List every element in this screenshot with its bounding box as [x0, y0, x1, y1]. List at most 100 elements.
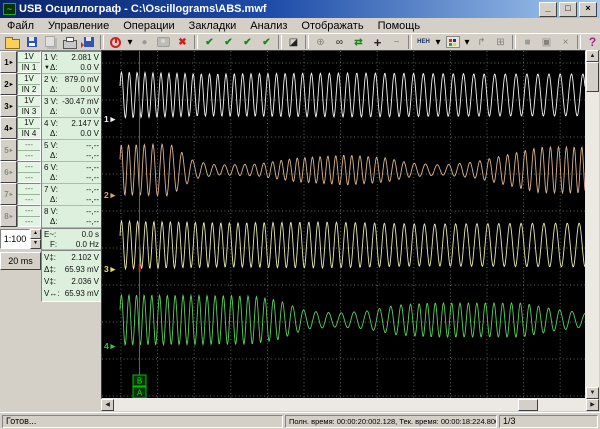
voltage-line: 6 V:--,-- [44, 163, 99, 173]
measurement-row-2: 2 V:879.0 mVΔ:0.0 V [42, 74, 101, 96]
channel-marker-1[interactable]: 1► [104, 114, 117, 124]
menu-item[interactable]: Файл [0, 19, 41, 33]
search-button[interactable]: ∞ [330, 34, 349, 50]
open-button[interactable] [3, 34, 22, 50]
cursor-measure-label: V↔: [44, 288, 60, 300]
delta-line: Δ:--,-- [44, 173, 99, 183]
horizontal-scrollbar[interactable]: ◀ ▶ [101, 399, 599, 411]
attenuation-value[interactable]: 1:100 [0, 229, 30, 249]
invert-colors-icon: ◪ [289, 37, 298, 48]
fragment-button: ↱ [472, 34, 491, 50]
menu-item[interactable]: Помощь [371, 19, 428, 33]
voltage-line: 2 V:879.0 mV [44, 75, 99, 85]
toolbar-separator [408, 35, 412, 49]
cursor-mode-button[interactable]: + [368, 34, 387, 50]
channel-marker-2[interactable]: 2► [104, 190, 117, 200]
mark-check-1-button[interactable]: ✔ [200, 34, 219, 50]
scroll-up-icon[interactable]: ▲ [586, 50, 599, 62]
cursor-measure-2: V‡:2.036 V [44, 276, 99, 288]
channel-4-button[interactable]: 4▸ [0, 117, 17, 139]
timebase-button[interactable]: 20 ms [0, 252, 41, 270]
main-area: 1▸1VIN 12▸1VIN 23▸1VIN 34▸1VIN 45▸------… [0, 50, 600, 412]
toolbar-separator [100, 35, 104, 49]
menu-item[interactable]: Отображать [294, 19, 370, 33]
channel-marker-3[interactable]: 3► [104, 264, 117, 274]
mark-check-4-button[interactable]: ✔ [257, 34, 276, 50]
help-button[interactable]: ? [583, 34, 600, 50]
palette-button[interactable] [443, 34, 462, 50]
cursor-flag-label: В [137, 377, 142, 386]
menu-item[interactable]: Закладки [182, 19, 244, 33]
channel-arrow-icon: ▸ [10, 125, 13, 132]
channel-arrow-icon: ▸ [10, 59, 13, 66]
channel-input: --- [18, 173, 40, 182]
palette-menu-button[interactable]: ▾ [462, 34, 472, 50]
power-menu-button[interactable]: ▾ [125, 34, 135, 50]
print-button[interactable] [60, 34, 79, 50]
channel-range: --- [18, 162, 40, 173]
channel-1-label: 1VIN 1 [17, 51, 41, 73]
scope-area[interactable]: ВА1►2►3►4► [101, 50, 586, 399]
menu-item[interactable]: Операции [116, 19, 181, 33]
voltage-line: 1 V: 2.081 V [44, 53, 99, 63]
channel-1-button[interactable]: 1▸ [0, 51, 17, 73]
minimize-button[interactable]: _ [539, 2, 557, 17]
scroll-right-icon[interactable]: ▶ [586, 399, 599, 411]
vertical-scroll-thumb[interactable] [586, 62, 599, 92]
channel-3-button[interactable]: 3▸ [0, 95, 17, 117]
toolbar-separator [512, 35, 516, 49]
voltage-label: 1 V: [44, 53, 58, 63]
time-freq-row: E~: 0.0 s F: 0.0 Hz [42, 228, 101, 250]
copy-button [41, 34, 60, 50]
record-button[interactable]: ● [135, 34, 154, 50]
scroll-left-icon[interactable]: ◀ [101, 399, 114, 411]
channel-input: IN 4 [18, 129, 40, 138]
channel-5-label: ------ [17, 139, 41, 161]
goto-marker-icon: ⇄ [354, 37, 362, 48]
voltage-value: --,-- [86, 141, 99, 151]
mark-check-1-icon: ✔ [205, 37, 213, 48]
spin-down-button[interactable]: ▼ [30, 239, 41, 249]
channel-2-button[interactable]: 2▸ [0, 73, 17, 95]
power-stop-button[interactable] [106, 34, 125, 50]
close-button[interactable]: × [579, 2, 597, 17]
mark-check-3-button[interactable]: ✔ [238, 34, 257, 50]
channel-row-7: 7▸------ [0, 183, 41, 205]
hen-menu-button[interactable]: ▾ [433, 34, 443, 50]
delta-value: --,-- [86, 173, 99, 183]
horizontal-scroll-thumb[interactable] [518, 399, 538, 411]
goto-marker-button[interactable]: ⇄ [349, 34, 368, 50]
zoom-icon: ⊕ [316, 37, 324, 48]
delta-value: 0.0 V [80, 107, 99, 117]
mark-check-2-button[interactable]: ✔ [219, 34, 238, 50]
invert-colors-button[interactable]: ◪ [284, 34, 303, 50]
window-controls: _ □ × [539, 2, 597, 17]
cursor-mode-icon: + [374, 35, 382, 50]
channel-row-8: 8▸------ [0, 205, 41, 227]
voltage-value: --,-- [86, 163, 99, 173]
cursor-measure-label: V‡: [44, 276, 56, 288]
voltage-value: 2.081 V [71, 53, 99, 63]
save-image-button[interactable] [79, 34, 98, 50]
pane-button[interactable]: ■ [518, 34, 537, 50]
spin-up-button[interactable]: ▲ [30, 229, 41, 239]
clear-marks-button[interactable]: ✖ [173, 34, 192, 50]
delta-line: Δ:--,-- [44, 151, 99, 161]
measurement-row-1: 1 V:2.081 V▼Δ:0.0 V [42, 52, 101, 74]
menu-bar: ФайлУправлениеОперацииЗакладкиАнализОтоб… [0, 18, 600, 33]
restore-button[interactable]: □ [559, 2, 577, 17]
channel-marker-4[interactable]: 4► [104, 341, 117, 351]
scroll-down-icon[interactable]: ▼ [586, 387, 599, 399]
menu-item[interactable]: Управление [41, 19, 116, 33]
delta-label: Δ: [50, 129, 58, 139]
channel-input: IN 3 [18, 107, 40, 116]
voltage-label: 7 V: [44, 185, 58, 195]
hen-mode-button[interactable]: НЕН [414, 34, 433, 50]
menu-item[interactable]: Анализ [243, 19, 294, 33]
channel-range: --- [18, 140, 40, 151]
cursor-measure-value: 65.93 mV [65, 264, 99, 276]
vertical-scrollbar[interactable]: ▲ ▼ [586, 50, 599, 399]
capture-button [154, 34, 173, 50]
voltage-line: 3 V:-30.47 mV [44, 97, 99, 107]
save-button[interactable] [22, 34, 41, 50]
